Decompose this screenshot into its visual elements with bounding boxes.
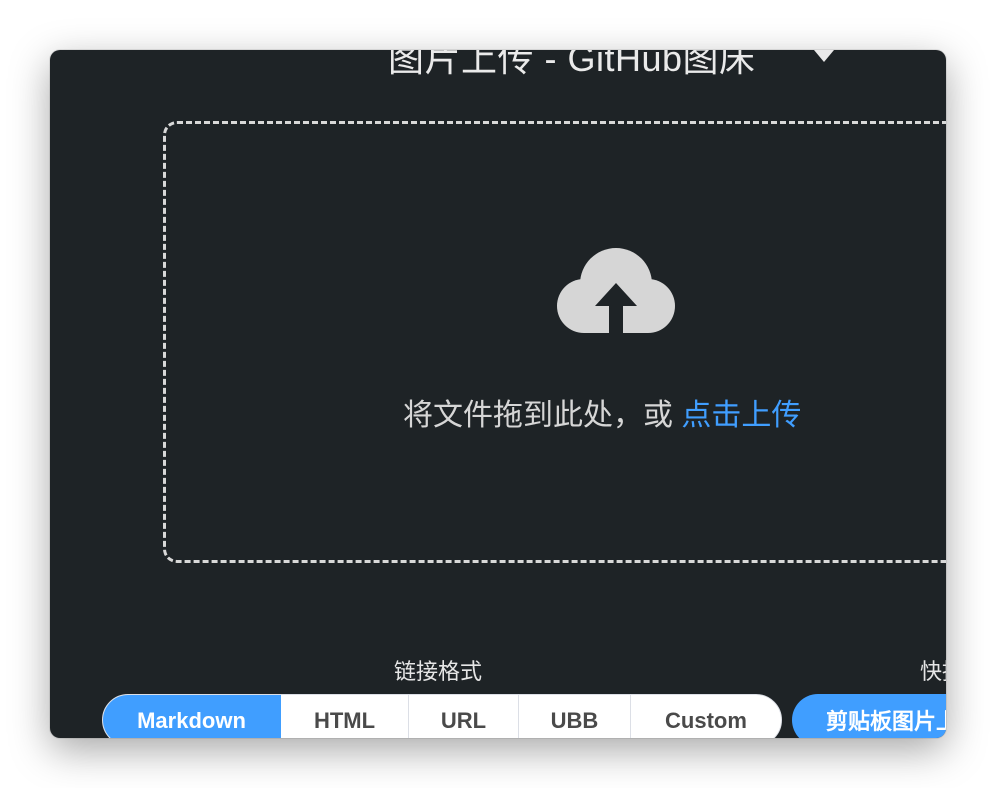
cloud-upload-icon[interactable]: [556, 246, 676, 338]
click-upload-link[interactable]: 点击上传: [681, 399, 801, 432]
dropzone-hint: 将文件拖到此处，或 点击上传: [403, 390, 801, 434]
format-option-markdown[interactable]: Markdown: [103, 695, 281, 738]
dropzone-hint-text: 将文件拖到此处，或: [403, 399, 682, 432]
link-format-label: 链接格式: [394, 659, 483, 684]
quick-upload-label: 快捷上传: [920, 659, 946, 684]
format-option-url[interactable]: URL: [409, 695, 519, 738]
page-title[interactable]: 图片上传 - GitHub图床: [388, 50, 756, 82]
upload-dropzone[interactable]: [163, 121, 946, 563]
upload-window: 图片上传 - GitHub图床 将文件拖到此处，或 点击上传 链接格式 快捷上传…: [50, 50, 946, 738]
format-option-ubb[interactable]: UBB: [519, 695, 631, 738]
format-option-custom[interactable]: Custom: [631, 695, 781, 738]
link-format-group: Markdown HTML URL UBB Custom: [102, 694, 782, 738]
format-option-html[interactable]: HTML: [281, 695, 409, 738]
clipboard-upload-button[interactable]: 剪贴板图片上传: [792, 694, 946, 738]
chevron-down-icon[interactable]: [814, 50, 834, 62]
